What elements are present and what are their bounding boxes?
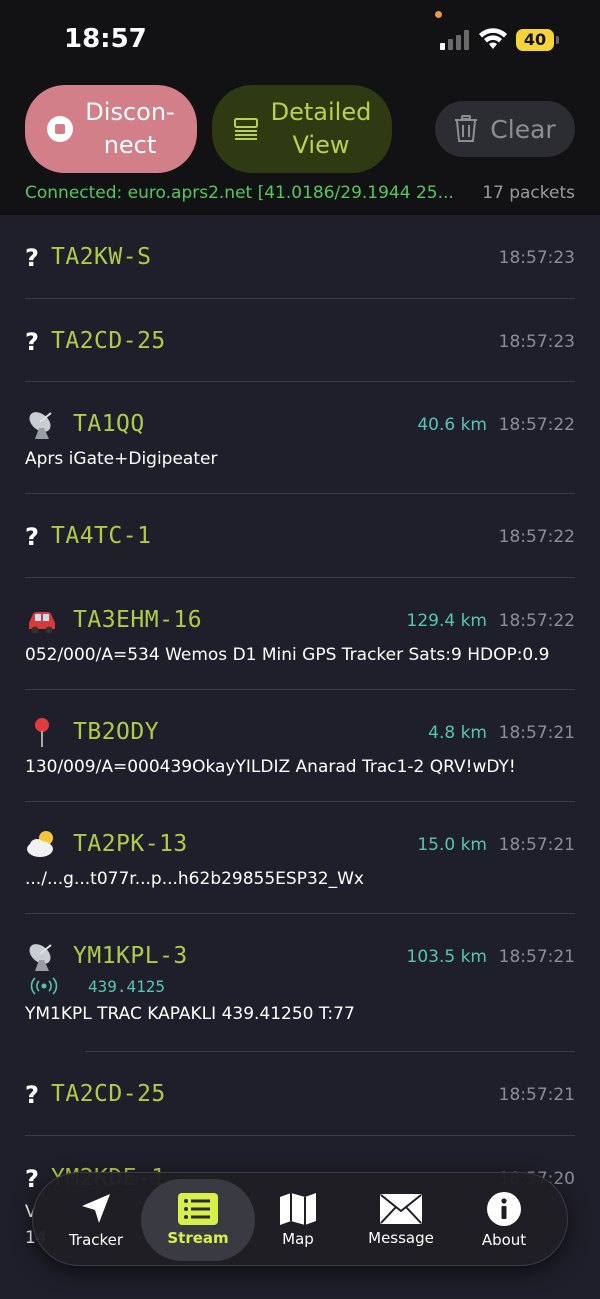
tab-about-label: About xyxy=(481,1231,527,1249)
tab-map-label: Map xyxy=(282,1230,314,1248)
car-icon xyxy=(29,612,55,634)
packet-callsign: TA4TC-1 xyxy=(51,523,152,549)
packet-callsign: TA2CD-25 xyxy=(51,1081,166,1107)
connection-status: Connected: euro.aprs2.net [41.0186/29.19… xyxy=(25,183,454,203)
tab-map[interactable]: Map xyxy=(259,1173,337,1267)
packet-comment: Aprs iGate+Digipeater xyxy=(25,449,218,469)
cellular-signal-icon xyxy=(440,30,469,50)
tab-tracker[interactable]: Tracker xyxy=(55,1173,137,1267)
disconnect-button[interactable]: Discon- nect xyxy=(25,85,197,173)
packet-time: 18:57:21 xyxy=(498,723,575,743)
packet-callsign: TA2CD-25 xyxy=(51,328,166,354)
packet-row[interactable]: TA3EHM-16 129.4 km 18:57:22 052/000/A=53… xyxy=(0,578,600,690)
packet-time: 18:57:22 xyxy=(498,611,575,631)
packet-time: 18:57:21 xyxy=(498,947,575,967)
clear-button[interactable]: Clear xyxy=(435,101,575,157)
packet-time: 18:57:22 xyxy=(498,527,575,547)
satellite-dish-icon xyxy=(29,944,52,971)
tab-tracker-label: Tracker xyxy=(68,1231,124,1249)
packet-distance: 15.0 km xyxy=(417,835,487,855)
tab-about[interactable]: About xyxy=(463,1173,545,1267)
packet-comment: YM1KPL TRAC KAPAKLI 439.41250 T:77 xyxy=(25,1004,355,1024)
detailed-view-button[interactable]: Detailed View xyxy=(212,85,392,173)
packet-list[interactable]: ? TA2KW-S 18:57:23 ? TA2CD-25 18:57:23 T… xyxy=(0,215,600,1256)
packet-row[interactable]: ? TA2CD-25 18:57:23 xyxy=(0,299,600,382)
clear-label: Clear xyxy=(490,114,556,144)
packet-row[interactable]: TA1QQ 40.6 km 18:57:22 Aprs iGate+Digipe… xyxy=(0,382,600,494)
packet-callsign: TA1QQ xyxy=(73,411,145,437)
status-bar: 18:57 40 xyxy=(0,0,600,80)
disconnect-label: Discon- nect xyxy=(85,98,175,159)
packet-distance: 129.4 km xyxy=(406,611,487,631)
unknown-symbol-icon: ? xyxy=(25,1165,39,1193)
list-view-icon xyxy=(233,118,258,140)
packet-comment: 130/009/A=000439OkayYILDIZ Anarad Trac1-… xyxy=(25,757,516,777)
packet-callsign: TA2PK-13 xyxy=(73,831,188,857)
tab-stream[interactable]: Stream xyxy=(141,1173,255,1267)
packet-time: 18:57:22 xyxy=(498,415,575,435)
detailed-view-label: Detailed View xyxy=(270,98,372,159)
radio-waves-icon xyxy=(30,977,58,995)
packet-row[interactable]: ? TA2KW-S 18:57:23 xyxy=(0,215,600,299)
packet-time: 18:57:23 xyxy=(498,332,575,352)
tab-message[interactable]: Message xyxy=(353,1173,449,1267)
packet-frequency: 439.4125 xyxy=(88,977,166,996)
location-arrow-icon xyxy=(82,1194,110,1223)
stream-list-icon xyxy=(178,1193,218,1225)
packet-row[interactable]: YM1KPL-3 103.5 km 18:57:21 439.4125 YM1K… xyxy=(0,914,600,1052)
unknown-symbol-icon: ? xyxy=(25,328,39,356)
packet-count: 17 packets xyxy=(482,183,575,203)
battery-level: 40 xyxy=(516,29,554,51)
tab-stream-label: Stream xyxy=(167,1229,229,1247)
unknown-symbol-icon: ? xyxy=(25,244,39,272)
bottom-tab-bar: Tracker Stream Map Message About xyxy=(32,1172,568,1266)
location-pin-icon xyxy=(35,718,49,747)
packet-distance: 40.6 km xyxy=(417,415,487,435)
packet-time: 18:57:23 xyxy=(498,248,575,268)
packet-time: 18:57:21 xyxy=(498,1085,575,1105)
packet-time: 18:57:21 xyxy=(498,835,575,855)
packet-comment: 052/000/A=534 Wemos D1 Mini GPS Tracker … xyxy=(25,645,550,665)
map-icon xyxy=(280,1193,316,1225)
packet-row[interactable]: TA2PK-13 15.0 km 18:57:21 .../...g...t07… xyxy=(0,802,600,914)
tab-message-label: Message xyxy=(368,1229,434,1247)
packet-row[interactable]: ? TA4TC-1 18:57:22 xyxy=(0,494,600,578)
wifi-icon xyxy=(479,28,507,49)
mic-indicator-dot xyxy=(435,11,442,18)
connection-status-bar: Connected: euro.aprs2.net [41.0186/29.19… xyxy=(25,183,575,207)
packet-distance: 4.8 km xyxy=(428,723,487,743)
envelope-icon xyxy=(380,1194,422,1224)
packet-callsign: TB2ODY xyxy=(73,719,160,745)
satellite-dish-icon xyxy=(29,412,52,439)
packet-callsign: YM1KPL-3 xyxy=(73,943,188,969)
battery-nub xyxy=(556,36,559,44)
clock: 18:57 xyxy=(64,24,147,54)
unknown-symbol-icon: ? xyxy=(25,1081,39,1109)
header-area: 18:57 40 Discon- nect Detailed View Clea… xyxy=(0,0,600,215)
unknown-symbol-icon: ? xyxy=(25,523,39,551)
stop-icon xyxy=(47,116,74,142)
packet-comment: .../...g...t077r...p...h62b29855ESP32_Wx xyxy=(25,869,364,889)
packet-callsign: TA2KW-S xyxy=(51,244,152,270)
packet-callsign: TA3EHM-16 xyxy=(73,607,203,633)
weather-cloud-sun-icon xyxy=(27,831,53,857)
packet-distance: 103.5 km xyxy=(406,947,487,967)
trash-icon xyxy=(455,115,478,142)
info-icon xyxy=(487,1192,521,1226)
packet-row[interactable]: ? TA2CD-25 18:57:21 xyxy=(0,1052,600,1136)
packet-row[interactable]: TB2ODY 4.8 km 18:57:21 130/009/A=000439O… xyxy=(0,690,600,802)
